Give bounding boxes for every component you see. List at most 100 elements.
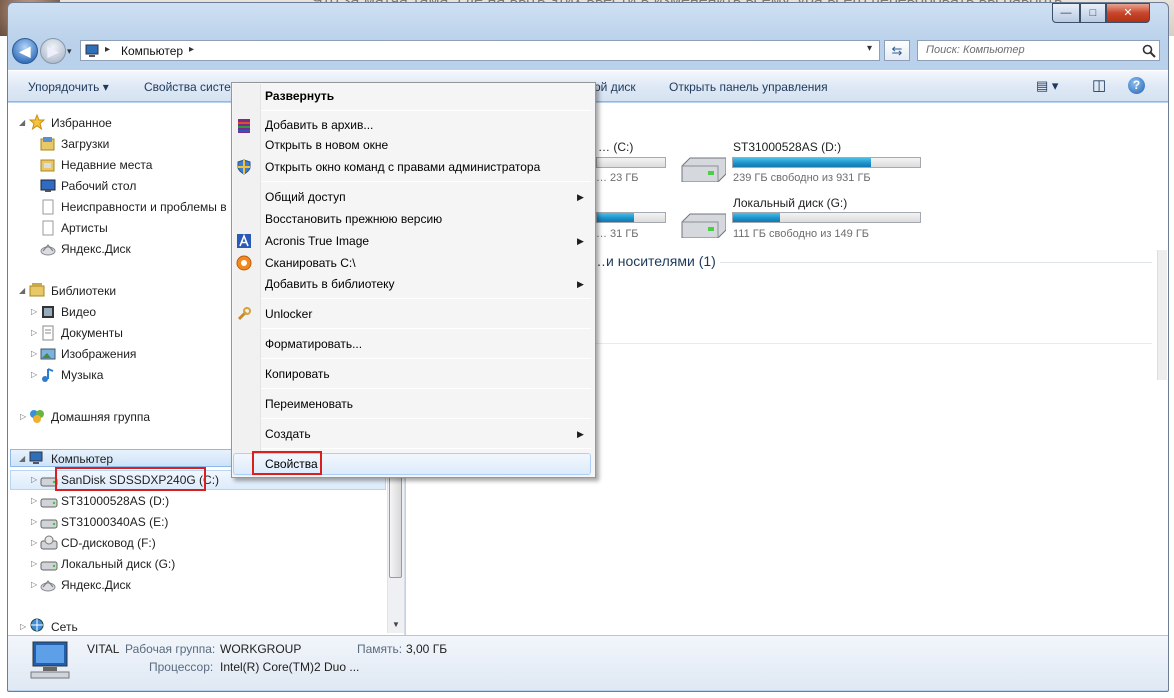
computer-icon: [29, 451, 43, 464]
control-panel-button[interactable]: Открыть панель управления: [669, 80, 828, 94]
yandex-disk-icon: [40, 244, 56, 256]
collapse-arrow-icon[interactable]: ▷: [31, 370, 37, 379]
nav-fav-item[interactable]: Неисправности и проблемы в: [61, 200, 227, 214]
nav-drive-e[interactable]: ST31000340AS (E:): [61, 515, 168, 529]
address-bar[interactable]: ▸ Компьютер ▸ ▾: [80, 40, 880, 61]
menu-separator: [261, 110, 591, 111]
expand-arrow-icon[interactable]: ◢: [19, 118, 25, 127]
nav-drive-f[interactable]: CD-дисковод (F:): [61, 536, 156, 550]
nav-favorites[interactable]: Избранное: [51, 116, 112, 130]
drive-e-usage-bar: [596, 212, 666, 223]
menu-item-copy[interactable]: Копировать: [265, 367, 330, 381]
scroll-down-arrow-icon[interactable]: ▼: [392, 620, 400, 629]
downloads-icon: [40, 137, 55, 151]
expand-arrow-icon[interactable]: ◢: [19, 286, 25, 295]
search-input[interactable]: Поиск: Компьютер: [917, 40, 1160, 61]
path-arrow-2[interactable]: ▸: [189, 44, 194, 55]
menu-item-format[interactable]: Форматировать...: [265, 337, 362, 351]
minimize-button[interactable]: —: [1052, 3, 1080, 23]
menu-separator: [261, 448, 591, 449]
drive-g-label[interactable]: Локальный диск (G:): [733, 196, 847, 210]
collapse-arrow-icon[interactable]: ▷: [20, 412, 26, 421]
collapse-arrow-icon[interactable]: ▷: [31, 328, 37, 337]
system-properties-button[interactable]: Свойства систе: [144, 80, 231, 94]
nav-fav-item[interactable]: Загрузки: [61, 137, 109, 151]
pictures-icon: [40, 348, 56, 360]
path-arrow[interactable]: ▸: [105, 44, 110, 55]
back-button[interactable]: ◀: [12, 38, 38, 64]
menu-separator: [261, 358, 591, 359]
menu-item-open-new-window[interactable]: Открыть в новом окне: [265, 138, 388, 152]
documents-icon: [42, 325, 54, 341]
forward-button[interactable]: ▶: [40, 38, 66, 64]
nav-yandex-disk[interactable]: Яндекс.Диск: [61, 578, 131, 592]
nav-drive-d[interactable]: ST31000528AS (D:): [61, 494, 169, 508]
expand-arrow-icon[interactable]: ◢: [19, 454, 25, 463]
nav-lib-item[interactable]: Музыка: [61, 368, 103, 382]
menu-item-open-cmd-admin[interactable]: Открыть окно команд с правами администра…: [265, 160, 540, 174]
nav-scrollbar-thumb[interactable]: [389, 462, 402, 578]
antivirus-icon: [236, 255, 252, 271]
nav-computer[interactable]: Компьютер: [51, 452, 113, 466]
nav-lib-item[interactable]: Документы: [61, 326, 123, 340]
collapse-arrow-icon[interactable]: ▷: [31, 496, 37, 505]
menu-separator: [261, 418, 591, 419]
local-disk-button[interactable]: ой диск: [594, 80, 636, 94]
drive-e-free-text: … 31 ГБ: [596, 228, 639, 240]
menu-item-acronis[interactable]: Acronis True Image: [265, 234, 369, 248]
nav-fav-item[interactable]: Рабочий стол: [61, 179, 136, 193]
menu-item-rename[interactable]: Переименовать: [265, 397, 353, 411]
removable-section-header[interactable]: …и носителями (1): [592, 253, 716, 269]
collapse-arrow-icon[interactable]: ▷: [31, 517, 37, 526]
homegroup-icon: [30, 410, 44, 423]
collapse-arrow-icon[interactable]: ▷: [20, 622, 26, 631]
organize-button[interactable]: Упорядочить ▾: [28, 80, 109, 94]
nav-drive-g[interactable]: Локальный диск (G:): [61, 557, 175, 571]
menu-item-restore[interactable]: Восстановить прежнюю версию: [265, 212, 442, 226]
help-button[interactable]: ?: [1128, 77, 1145, 94]
maximize-button[interactable]: □: [1080, 3, 1106, 23]
drive-c-label[interactable]: … (C:): [598, 140, 633, 154]
nav-lib-item[interactable]: Видео: [61, 305, 96, 319]
recent-pages-dropdown[interactable]: ▾: [67, 46, 72, 57]
address-dropdown-icon[interactable]: ▾: [867, 43, 872, 54]
submenu-arrow-icon: ▶: [577, 192, 584, 202]
collapse-arrow-icon[interactable]: ▷: [31, 307, 37, 316]
refresh-button[interactable]: ⇆: [884, 40, 910, 61]
nav-fav-item[interactable]: Артисты: [61, 221, 108, 235]
content-scrollbar[interactable]: [1157, 250, 1167, 380]
section-divider: [720, 262, 1152, 263]
menu-item-unlocker[interactable]: Unlocker: [265, 307, 312, 321]
nav-lib-item[interactable]: Изображения: [61, 347, 136, 361]
acronis-icon: [237, 233, 251, 248]
nav-fav-item[interactable]: Яндекс.Диск: [61, 242, 131, 256]
nav-fav-item[interactable]: Недавние места: [61, 158, 152, 172]
menu-item-add-archive[interactable]: Добавить в архив...: [265, 118, 373, 132]
search-icon[interactable]: [1142, 44, 1156, 58]
drive-d-label[interactable]: ST31000528AS (D:): [733, 140, 841, 154]
close-button[interactable]: ✕: [1106, 3, 1150, 23]
menu-item-create[interactable]: Создать: [265, 427, 311, 441]
preview-pane-button[interactable]: ◫: [1092, 76, 1106, 94]
collapse-arrow-icon[interactable]: ▷: [31, 349, 37, 358]
workgroup-label: Рабочая группа:: [125, 642, 216, 656]
nav-network[interactable]: Сеть: [51, 620, 78, 634]
menu-item-sharing[interactable]: Общий доступ: [265, 190, 346, 204]
nav-homegroup[interactable]: Домашняя группа: [51, 410, 150, 424]
view-options-button[interactable]: ▤ ▾: [1036, 78, 1058, 94]
drive-icon: [40, 498, 58, 508]
hard-drive-icon[interactable]: [680, 156, 726, 182]
pc-name: VITAL: [87, 642, 120, 656]
drive-g-usage-bar: [732, 212, 921, 223]
collapse-arrow-icon[interactable]: ▷: [31, 475, 37, 484]
hard-drive-icon[interactable]: [680, 212, 726, 238]
address-path[interactable]: Компьютер: [121, 44, 183, 58]
nav-libraries[interactable]: Библиотеки: [51, 284, 116, 298]
menu-item-add-library[interactable]: Добавить в библиотеку: [265, 277, 395, 291]
collapse-arrow-icon[interactable]: ▷: [31, 559, 37, 568]
collapse-arrow-icon[interactable]: ▷: [31, 538, 37, 547]
video-icon: [42, 306, 54, 318]
menu-item-expand[interactable]: Развернуть: [265, 89, 334, 103]
menu-item-scan[interactable]: Сканировать C:\: [265, 256, 356, 270]
collapse-arrow-icon[interactable]: ▷: [31, 580, 37, 589]
